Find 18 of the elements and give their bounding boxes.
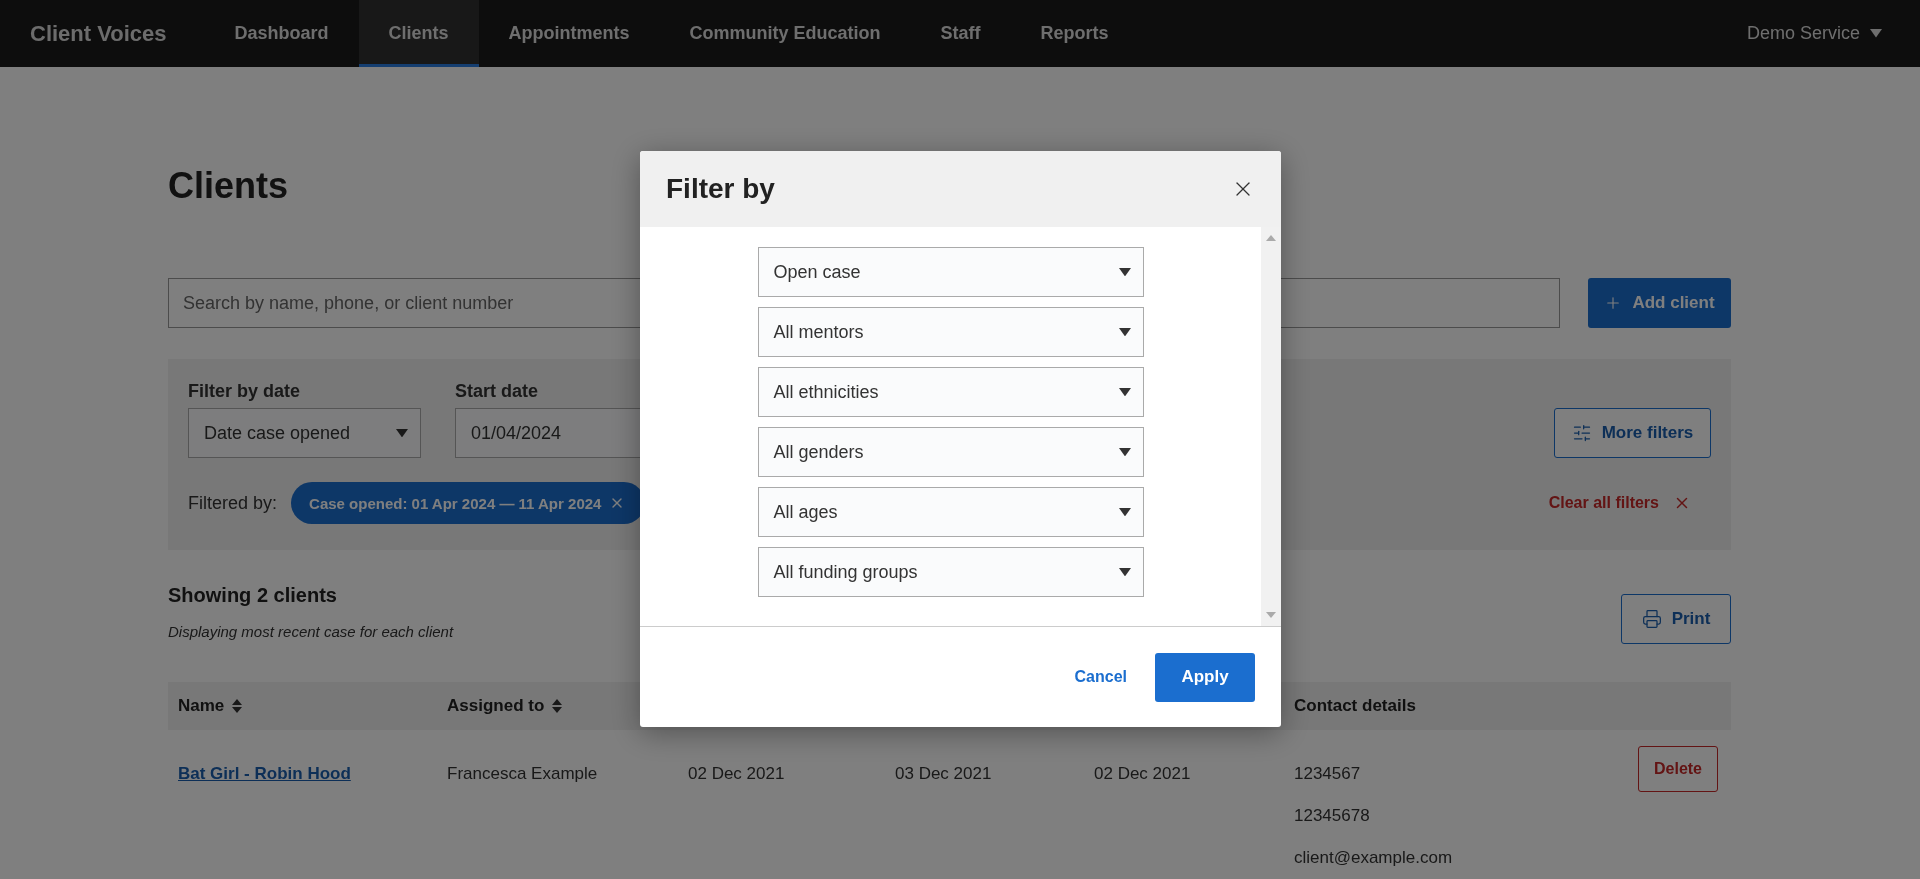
field-label: Filter by date — [188, 381, 302, 402]
contact-detail: 1234567 — [1294, 764, 1362, 784]
brand-name: Client Voices — [30, 19, 167, 48]
column-title: Name — [178, 696, 225, 716]
dialog-title: Filter by — [666, 173, 775, 205]
table-cell: Francesca Example — [447, 764, 598, 783]
table-cell: 02 Dec 2021 — [688, 764, 785, 783]
table-cell: 03 Dec 2021 — [895, 764, 992, 783]
field-label: Start date — [455, 381, 540, 402]
column-title: Contact details — [1294, 696, 1416, 716]
filtered-by-label: Filtered by: — [188, 492, 278, 514]
results-heading: Showing 2 clients — [168, 584, 338, 607]
page-title: Clients — [168, 165, 289, 208]
column-title: Assigned to — [447, 696, 545, 716]
contact-detail: client@example.com — [1294, 848, 1454, 868]
results-note: Displaying most recent case for each client — [168, 623, 454, 640]
table-cell: 02 Dec 2021 — [1094, 764, 1191, 783]
contact-detail: 12345678 — [1294, 806, 1371, 826]
